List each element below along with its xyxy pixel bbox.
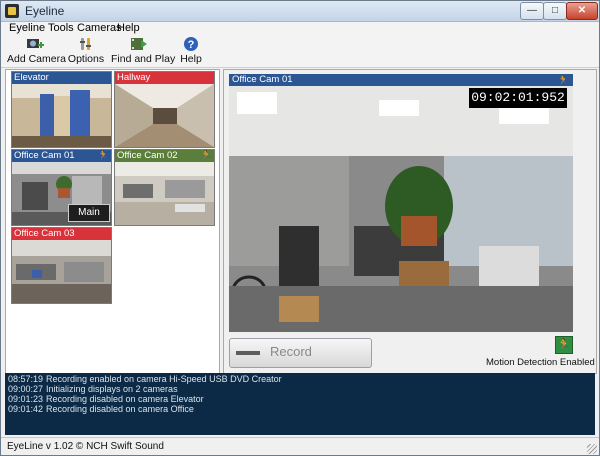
minimize-button[interactable]: —: [520, 2, 544, 20]
event-log: 08:57:19 Recording enabled on camera Hi-S…: [5, 373, 595, 435]
add-camera-label: Add Camera: [7, 53, 66, 65]
main-video-feed[interactable]: 09:02:01:952: [229, 86, 573, 332]
log-time: 09:00:27: [8, 384, 44, 394]
help-icon: ?: [184, 37, 198, 51]
log-time: 09:01:42: [8, 404, 44, 414]
camera-tile-hallway[interactable]: Hallway: [114, 71, 215, 148]
camera-grid: Elevator Hallway Office Cam 01 🏃 Main Of…: [5, 69, 220, 374]
camera-tile-elevator[interactable]: Elevator: [11, 71, 112, 148]
main-badge: Main: [68, 204, 110, 222]
main-view-header: Office Cam 01 🏃: [229, 74, 573, 86]
log-message: Recording enabled on camera Hi-Speed USB…: [46, 374, 282, 384]
record-label: Record: [270, 344, 312, 359]
find-and-play-icon: [131, 38, 147, 50]
camera-tile-office-cam-03[interactable]: Office Cam 03: [11, 227, 112, 304]
camera-tile-title: Office Cam 02: [115, 150, 214, 162]
log-time: 08:57:19: [8, 374, 44, 384]
help-label: Help: [180, 53, 202, 65]
find-and-play-button[interactable]: Find and Play: [111, 36, 176, 66]
log-message: Recording disabled on camera Office: [46, 404, 194, 414]
video-timestamp: 09:02:01:952: [469, 88, 567, 108]
log-message: Recording disabled on camera Elevator: [46, 394, 204, 404]
find-and-play-label: Find and Play: [111, 53, 176, 65]
add-camera-button[interactable]: Add Camera: [7, 36, 66, 66]
resize-grip-icon[interactable]: [587, 444, 597, 454]
motion-detection-icon[interactable]: 🏃: [555, 336, 573, 354]
motion-icon: 🏃: [557, 75, 569, 85]
camera-tile-office-cam-01[interactable]: Office Cam 01 🏃 Main: [11, 149, 112, 226]
camera-feed-office-cam-03: [12, 240, 111, 303]
motion-icon: 🏃: [97, 150, 109, 160]
log-time: 09:01:23: [8, 394, 44, 404]
camera-tile-title: Office Cam 01: [12, 150, 111, 162]
camera-tile-title: Office Cam 03: [12, 228, 111, 240]
status-bar: EyeLine v 1.02 © NCH Swift Sound: [1, 437, 599, 455]
log-row: 09:01:42 Recording disabled on camera Off…: [8, 404, 194, 414]
camera-feed-hallway: [115, 84, 214, 147]
close-button[interactable]: ✕: [566, 2, 598, 20]
log-row: 09:00:27 Initializing displays on 2 camer…: [8, 384, 178, 394]
window-title: Eyeline: [25, 4, 65, 18]
toolbar: Add Camera Options Find and Play ? Help: [1, 36, 599, 68]
app-logo-icon: [5, 4, 19, 18]
camera-tile-office-cam-02[interactable]: Office Cam 02 🏃: [114, 149, 215, 226]
record-button[interactable]: Record: [229, 338, 372, 368]
motion-detection-label: Motion Detection Enabled: [486, 357, 595, 368]
log-row: 09:01:23 Recording disabled on camera Ele…: [8, 394, 204, 404]
menu-eyeline[interactable]: Eyeline: [9, 22, 45, 34]
office-scene-image: [229, 86, 573, 332]
status-text: EyeLine v 1.02 © NCH Swift Sound: [7, 441, 164, 452]
help-button[interactable]: ? Help: [179, 36, 203, 66]
menu-help[interactable]: Help: [117, 22, 140, 34]
main-view-panel: Office Cam 01 🏃 09:02:01:952 Record 🏃 Mo…: [223, 69, 597, 374]
log-message: Initializing displays on 2 cameras: [46, 384, 178, 394]
maximize-button[interactable]: □: [543, 2, 567, 20]
main-view-title: Office Cam 01: [232, 74, 293, 85]
camera-tile-title: Hallway: [115, 72, 214, 84]
options-button[interactable]: Options: [67, 36, 105, 66]
menu-tools[interactable]: Tools: [48, 22, 74, 34]
options-icon: [80, 38, 91, 50]
options-label: Options: [67, 53, 105, 65]
menu-bar: Eyeline Tools Cameras Help: [1, 22, 599, 36]
add-camera-icon: [27, 39, 44, 48]
motion-icon: 🏃: [200, 150, 212, 160]
camera-tile-title: Elevator: [12, 72, 111, 84]
title-bar: Eyeline — □ ✕: [1, 1, 599, 22]
app-window: Eyeline — □ ✕ Eyeline Tools Cameras Help…: [0, 0, 600, 456]
log-row: 08:57:19 Recording enabled on camera Hi-S…: [8, 374, 282, 384]
camera-feed-office-cam-02: [115, 162, 214, 225]
camera-feed-elevator: [12, 84, 111, 147]
record-indicator: [236, 351, 260, 355]
menu-cameras[interactable]: Cameras: [77, 22, 122, 34]
svg-text:?: ?: [188, 39, 195, 51]
